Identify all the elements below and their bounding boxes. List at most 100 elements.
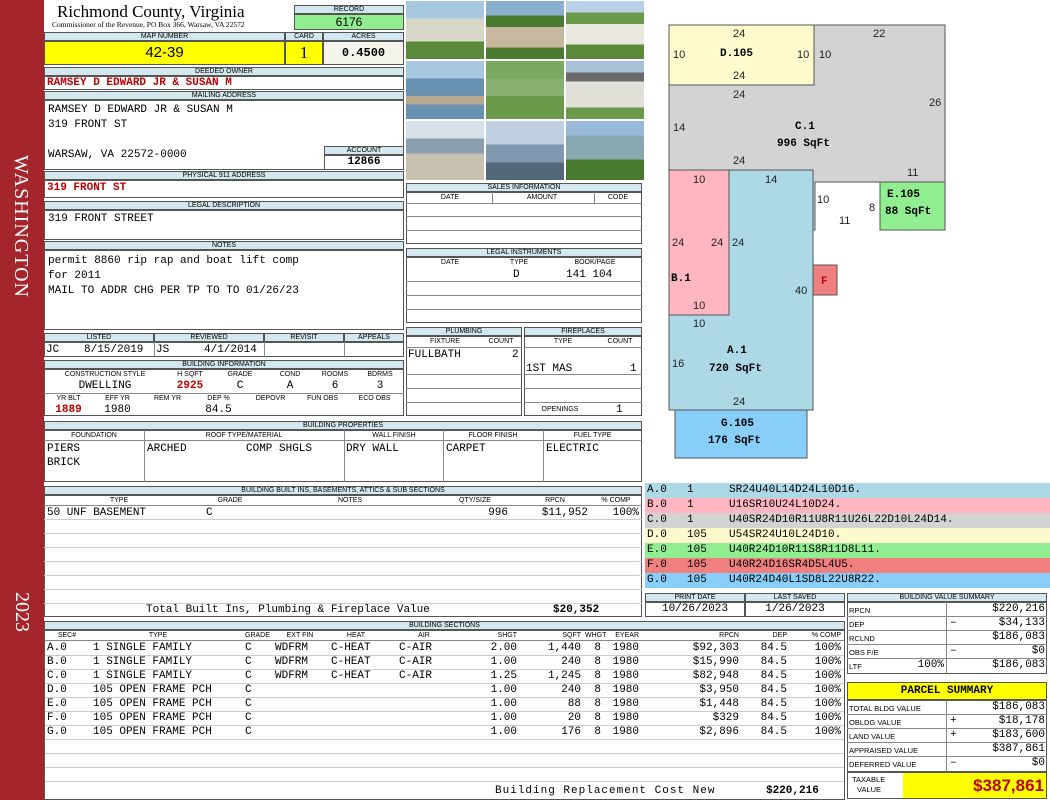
sections-cell: 84.5 [760, 642, 787, 654]
dim-label: 10 [819, 49, 831, 61]
mailing-line-1: RAMSEY D EDWARD JR & SUSAN M [48, 104, 233, 116]
sections-cell: 105 OPEN FRAME PCH [93, 712, 212, 724]
building-sections-table: SEC# TYPE GRADE EXT FIN HEAT AIR SHGT SQFT WHGT E… [44, 630, 845, 800]
dim-label: 24 [733, 70, 745, 82]
card-label: CARD [285, 32, 323, 41]
bvs-rclnd-l: RCLND [849, 634, 875, 643]
account-label: ACCOUNT [324, 146, 404, 155]
sections-row: A.0 1 SINGLE FAMILY C WDFRM C-HEAT C-AIR 2.00 1… [45, 642, 844, 656]
sections-cell: C [245, 712, 252, 724]
sections-cell: 100% [814, 698, 841, 710]
sections-cell: C-HEAT [331, 670, 371, 682]
foundation-1: PIERS [47, 443, 81, 455]
listed-by: JC [46, 344, 60, 356]
building-sections-label: BUILDING SECTIONS [44, 621, 845, 630]
li-date-h: DATE [440, 259, 460, 266]
deeded-owner: RAMSEY D EDWARD JR & SUSAN M [47, 77, 232, 89]
sales-date-h: DATE [440, 194, 460, 201]
sections-cell: 8 [594, 712, 601, 724]
legend-code: E.0 [647, 544, 667, 556]
land: $183,600 [992, 729, 1045, 741]
fuel-h: FUEL TYPE [573, 432, 612, 439]
last-saved: 1/26/2023 [745, 602, 845, 617]
legend-num: 105 [687, 529, 707, 541]
legend-path: U40R24D16SR4D5L4U5. [729, 559, 855, 571]
notes-label: NOTES [44, 241, 404, 250]
sections-row [45, 754, 844, 768]
legend-row: G.0 105 U40R24D40L1SD8L22U8R22. [645, 573, 1050, 588]
dep-value: 84.5 [205, 404, 232, 416]
sections-cell: $329 [712, 712, 739, 724]
building-properties-label: BUILDING PROPERTIES [44, 421, 642, 430]
legend-code: C.0 [647, 514, 667, 526]
bvs-obs: $0 [1031, 645, 1045, 657]
sections-col-header: SEC# [57, 632, 77, 639]
def: $0 [1031, 757, 1045, 769]
sections-col-header: DEP [772, 632, 787, 639]
sections-cell: $3,950 [699, 684, 739, 696]
dim-label: 10 [817, 194, 829, 206]
plumbing-label: PLUMBING [406, 327, 522, 336]
c1-label: C.1 [795, 121, 815, 133]
sections-cell: 8 [594, 726, 601, 738]
obv: $18,178 [998, 715, 1045, 727]
revisit-label: REVISIT [264, 333, 344, 342]
dim-label: 22 [873, 28, 885, 40]
sections-cell: C [245, 698, 252, 710]
sections-cell: 20 [567, 712, 581, 724]
deeded-owner-label: DEEDED OWNER [44, 67, 404, 76]
mailing-address-label: MAILING ADDRESS [44, 91, 404, 100]
dim-label: 14 [765, 174, 777, 186]
sections-cell: 1.25 [490, 670, 517, 682]
sections-cell: 1,245 [547, 670, 581, 682]
sections-cell: 84.5 [760, 712, 787, 724]
sections-cell: $92,303 [692, 642, 739, 654]
rooms-value: 6 [331, 380, 339, 392]
bi-type-h: TYPE [109, 497, 129, 504]
h-funobs: FUN OBS [306, 395, 339, 402]
legend-path: U16SR10U24L10D24. [729, 499, 842, 511]
sections-cell: 1 SINGLE FAMILY [93, 656, 193, 668]
h-grade: GRADE [227, 371, 253, 378]
floor-h: FLOOR FINISH [468, 432, 518, 439]
sections-cell: 84.5 [760, 684, 787, 696]
li-row-book: 141 104 [566, 269, 613, 281]
sections-cell: C [245, 642, 252, 654]
fireplaces-box [524, 336, 642, 416]
sections-cell: 1.00 [490, 698, 517, 710]
sketch-legend: A.0 1 SR24U40L14D24L10D16. B.0 1 U16SR10U24L1… [645, 483, 1050, 588]
fp-type-h: TYPE [553, 338, 573, 345]
dim-label: 24 [733, 155, 745, 167]
bdrms-value: 3 [376, 380, 384, 392]
h-ecoobs: ECO OBS [358, 395, 391, 402]
fp-openings: 1 [616, 404, 623, 416]
legend-code: F.0 [647, 559, 667, 571]
bvs-ltf: $186,083 [992, 659, 1045, 671]
sections-col-header: % COMP [811, 632, 841, 639]
rcn-value: $220,216 [766, 785, 819, 797]
sections-col-header: SHGT [497, 632, 517, 639]
bi-row-rpcn: $11,952 [541, 507, 588, 519]
sections-cell: 100% [814, 726, 841, 738]
obv-l: OBLDG VALUE [849, 718, 902, 727]
taxable-value: $387,861 [903, 773, 1046, 798]
sections-row [45, 740, 844, 754]
wall-h: WALL FINISH [372, 432, 416, 439]
sections-col-header: EYEAR [615, 632, 639, 639]
sections-cell: 1.00 [490, 656, 517, 668]
sections-cell: C [245, 656, 252, 668]
sections-cell: C-HEAT [331, 656, 371, 668]
sections-cell: 8 [594, 698, 601, 710]
sections-cell: 8 [594, 670, 601, 682]
f-label: F [821, 276, 828, 288]
sections-cell: 8 [594, 684, 601, 696]
bvs-rpcn-l: RPCN [849, 606, 871, 615]
plumb-fixture-h: FIXTURE [430, 338, 460, 345]
photo-boat-lift [485, 120, 565, 181]
sections-cell: 1.00 [490, 726, 517, 738]
dim-label: 10 [693, 174, 705, 186]
card-number: 1 [285, 41, 323, 65]
legend-num: 1 [687, 514, 694, 526]
tbv: $186,083 [992, 701, 1045, 713]
bvs-ltf-pct: 100% [917, 659, 944, 671]
